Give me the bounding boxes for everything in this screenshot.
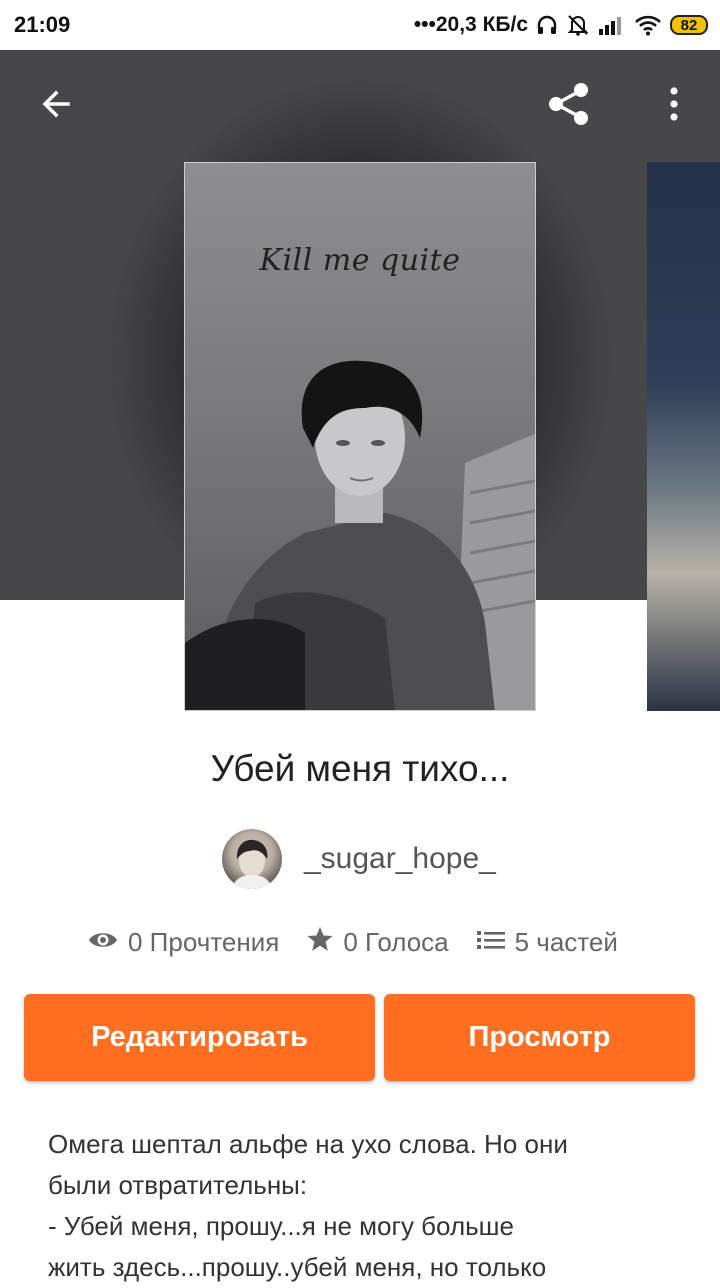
status-icons: •••20,3 КБ/с 82 — [414, 13, 708, 37]
share-button[interactable] — [540, 78, 596, 134]
parts-stat[interactable]: 5 частей — [476, 927, 618, 958]
book-description: Омега шептал альфе на ухо слова. Но они … — [48, 1129, 568, 1282]
book-stats: 0 Прочтения 0 Голоса 5 частей — [88, 926, 618, 959]
book-title: Убей меня тихо... — [210, 748, 510, 789]
star-icon — [307, 926, 333, 959]
reads-stat: 0 Прочтения — [88, 927, 279, 958]
status-bar: 21:09 •••20,3 КБ/с 82 — [0, 0, 720, 50]
signal-icon — [598, 14, 626, 36]
more-vertical-icon — [669, 86, 679, 127]
votes-stat: 0 Голоса — [307, 926, 449, 959]
cover-portrait-illustration — [185, 360, 535, 710]
author-row[interactable]: _sugar_hope_ — [222, 828, 496, 890]
author-avatar[interactable] — [222, 829, 282, 889]
list-icon — [476, 927, 505, 958]
wifi-icon — [634, 14, 662, 36]
battery-icon: 82 — [670, 15, 708, 35]
author-name[interactable]: _sugar_hope_ — [304, 842, 496, 876]
share-icon — [542, 78, 594, 135]
avatar-portrait-illustration — [232, 839, 272, 889]
book-cover[interactable]: Kill me quite — [184, 162, 536, 711]
edit-button[interactable]: Редактировать — [24, 994, 375, 1081]
eye-icon — [88, 927, 118, 958]
votes-count: 0 Голоса — [343, 927, 449, 957]
back-button[interactable] — [28, 78, 84, 134]
headphones-icon — [536, 14, 558, 36]
view-button[interactable]: Просмотр — [384, 994, 695, 1081]
status-time: 21:09 — [14, 12, 71, 37]
network-speed: •••20,3 КБ/с — [413, 13, 528, 36]
next-book-cover[interactable] — [647, 162, 720, 711]
muted-bell-icon — [566, 13, 590, 37]
back-arrow-icon — [38, 86, 74, 127]
reads-count: 0 Прочтения — [128, 927, 280, 957]
parts-count[interactable]: 5 частей — [515, 927, 618, 958]
more-options-button[interactable] — [646, 78, 702, 134]
